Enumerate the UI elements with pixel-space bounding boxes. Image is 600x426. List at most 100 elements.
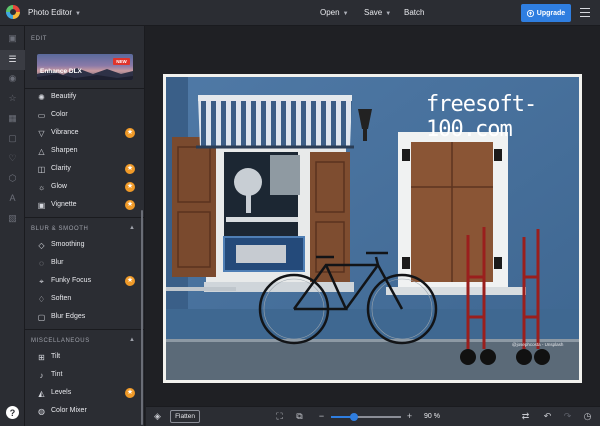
chevron-down-icon: ▼	[75, 11, 81, 17]
vibrance-icon: ▽	[38, 129, 45, 138]
color-icon: ▭	[37, 111, 46, 120]
photo-credit: @josephcosta - Unsplash	[512, 342, 564, 347]
chevron-up-icon[interactable]: ▲	[129, 225, 135, 231]
upgrade-label: Upgrade	[536, 9, 566, 17]
chevron-down-icon: ▼	[385, 11, 392, 17]
blur-icon: ◌	[39, 259, 44, 268]
text-icon[interactable]: A	[7, 193, 18, 204]
menu-item-sharpen[interactable]: △ Sharpen	[25, 143, 141, 159]
edit-panel: EDIT Enhance DLX NEW ✺ Beautify ▭ Color …	[25, 26, 145, 426]
layers-icon[interactable]: ◈	[152, 411, 163, 422]
history-icon[interactable]: ◷	[582, 411, 593, 422]
premium-star-icon: ★	[125, 276, 135, 286]
bottom-toolbar: ◈ Flatten ⛶ ⧉ − + 90 % ⇄ ↶ ↷ ◷	[146, 406, 600, 426]
premium-star-icon: ★	[125, 128, 135, 138]
fit-screen-icon[interactable]: ⛶	[274, 411, 285, 422]
help-button[interactable]: ?	[6, 406, 19, 419]
flatten-button[interactable]: Flatten	[170, 410, 200, 423]
batch-label: Batch	[404, 8, 425, 17]
upgrade-button[interactable]: Upgrade	[521, 4, 571, 22]
app-logo[interactable]	[6, 5, 20, 19]
menu-icon[interactable]	[580, 8, 590, 17]
vignette-icon: ▣	[37, 201, 46, 210]
menu-item-tint[interactable]: ♪ Tint	[25, 367, 141, 383]
item-label: Tilt	[51, 353, 61, 360]
item-label: Tint	[51, 371, 63, 378]
menu-item-tilt[interactable]: ⊞ Tilt	[25, 349, 141, 365]
enhance-label: Enhance DLX	[40, 68, 82, 75]
actual-size-icon[interactable]: ⧉	[294, 411, 305, 422]
zoom-slider-handle[interactable]	[350, 413, 359, 421]
item-label: Beautify	[51, 93, 77, 100]
item-label: Vignette	[51, 201, 77, 208]
zoom-level: 90 %	[424, 413, 440, 420]
item-label: Vibrance	[51, 129, 79, 136]
item-label: Smoothing	[51, 241, 85, 248]
open-label: Open	[320, 8, 340, 17]
frame-icon[interactable]: ▢	[7, 133, 18, 144]
menu-item-clarity[interactable]: ◫ Clarity ★	[25, 161, 141, 177]
tilt-icon: ⊞	[38, 353, 45, 362]
zoom-in-button[interactable]: +	[404, 411, 415, 422]
menu-item-smoothing[interactable]: ◇ Smoothing	[25, 237, 141, 253]
save-menu[interactable]: Save ▼	[364, 8, 391, 17]
levels-icon: ◭	[38, 389, 45, 398]
clarity-icon: ◫	[37, 165, 46, 174]
shape-icon[interactable]: ⬡	[7, 173, 18, 184]
premium-star-icon: ★	[125, 182, 135, 192]
star-icon[interactable]: ☆	[7, 93, 18, 104]
menu-item-funky-focus[interactable]: ⌖ Funky Focus ★	[25, 273, 141, 289]
redo-icon[interactable]: ↷	[562, 411, 573, 422]
item-label: Clarity	[51, 165, 71, 172]
batch-button[interactable]: Batch	[404, 8, 424, 17]
tool-rail: ▣ ☰ ◉ ☆ ▦ ▢ ♡ ⬡ A ▧ ?	[0, 26, 25, 426]
item-label: Blur Edges	[51, 313, 86, 320]
blur-edges-icon: ▢	[37, 313, 46, 322]
menu-item-vignette[interactable]: ▣ Vignette ★	[25, 197, 141, 213]
grid-icon[interactable]: ▦	[7, 113, 18, 124]
app-title-menu[interactable]: Photo Editor ▼	[28, 8, 81, 17]
soften-icon: ♢	[37, 295, 46, 304]
panel-scrollbar[interactable]	[141, 210, 143, 425]
premium-star-icon: ★	[125, 388, 135, 398]
section-title-misc: MISCELLANEOUS	[31, 338, 90, 344]
section-title-blur: BLUR & SMOOTH	[31, 226, 89, 232]
sharpen-icon: △	[38, 147, 45, 156]
divider	[25, 329, 144, 330]
new-badge: NEW	[113, 58, 130, 65]
section-title-edit: EDIT	[31, 36, 48, 42]
zoom-out-button[interactable]: −	[316, 411, 327, 422]
menu-item-vibrance[interactable]: ▽ Vibrance ★	[25, 125, 141, 141]
open-menu[interactable]: Open ▼	[320, 8, 349, 17]
menu-item-beautify[interactable]: ✺ Beautify	[25, 89, 141, 105]
premium-star-icon: ★	[125, 164, 135, 174]
menu-item-blur[interactable]: ◌ Blur	[25, 255, 141, 271]
heart-icon[interactable]: ♡	[7, 153, 18, 164]
enhance-dlx-card[interactable]: Enhance DLX NEW	[37, 54, 133, 80]
item-label: Funky Focus	[51, 277, 92, 284]
chevron-down-icon: ▼	[342, 11, 349, 17]
image-icon[interactable]: ▣	[7, 33, 18, 44]
item-label: Glow	[51, 183, 67, 190]
divider	[25, 217, 144, 218]
top-bar: Photo Editor ▼ Open ▼ Save ▼ Batch Upgrade	[0, 0, 600, 26]
menu-item-blur-edges[interactable]: ▢ Blur Edges	[25, 309, 141, 325]
eye-icon[interactable]: ◉	[7, 73, 18, 84]
menu-item-levels[interactable]: ◭ Levels ★	[25, 385, 141, 401]
funky-focus-icon: ⌖	[39, 277, 44, 286]
chevron-up-icon[interactable]: ▲	[129, 337, 135, 343]
menu-item-glow[interactable]: ☼ Glow ★	[25, 179, 141, 195]
texture-icon[interactable]: ▧	[7, 213, 18, 224]
menu-item-soften[interactable]: ♢ Soften	[25, 291, 141, 307]
undo-icon[interactable]: ↶	[542, 411, 553, 422]
compare-icon[interactable]: ⇄	[520, 411, 531, 422]
canvas-area: freesoft-100.com @josephcosta - Unsplash	[146, 26, 600, 406]
beautify-icon: ✺	[38, 93, 45, 102]
menu-item-color[interactable]: ▭ Color	[25, 107, 141, 123]
menu-item-color-mixer[interactable]: ◍ Color Mixer	[25, 403, 141, 419]
zoom-slider[interactable]	[331, 413, 401, 421]
item-label: Soften	[51, 295, 72, 302]
help-label: ?	[9, 407, 16, 418]
glow-icon: ☼	[37, 183, 46, 192]
sliders-icon[interactable]: ☰	[7, 54, 18, 65]
